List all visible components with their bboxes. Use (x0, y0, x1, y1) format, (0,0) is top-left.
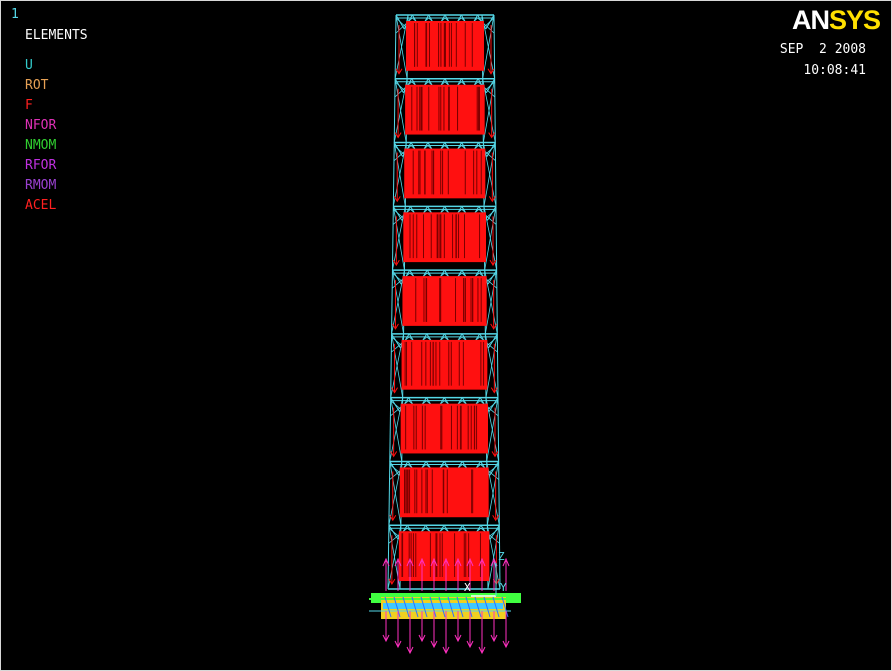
legend-item-rot: ROT (25, 78, 49, 93)
graphics-viewport[interactable]: 1 ELEMENTS U ROT F NFOR NMOM RFOR RMOM A… (0, 0, 892, 671)
legend-item-acel: ACEL (25, 198, 57, 213)
legend-item-rmom: RMOM (25, 178, 57, 193)
logo-an: AN (792, 5, 830, 35)
legend-item-u: U (25, 58, 33, 73)
legend-item-f: F (25, 98, 33, 113)
force-block (401, 339, 488, 390)
legend-item-nmom: NMOM (25, 138, 57, 153)
legend-item-rfor: RFOR (25, 158, 57, 173)
force-arrows (388, 21, 500, 585)
triad-x-label: X (464, 581, 471, 594)
date-label: SEP 2 2008 (779, 42, 866, 57)
time-label: 10:08:41 (803, 63, 866, 78)
legend-item-nfor: NFOR (25, 118, 57, 133)
triad-z-label: Z (498, 550, 505, 563)
logo-sys: SYS (829, 5, 881, 35)
support-band (383, 603, 503, 609)
ansys-logo: ANSYS (792, 5, 881, 35)
support-base (369, 593, 521, 619)
force-block (402, 276, 487, 326)
window-number: 1 (11, 7, 19, 22)
triad-y-label: Y (500, 581, 507, 594)
element-plot[interactable]: Z X Y (361, 11, 561, 656)
plot-title: ELEMENTS (25, 28, 88, 43)
force-block (398, 531, 490, 581)
